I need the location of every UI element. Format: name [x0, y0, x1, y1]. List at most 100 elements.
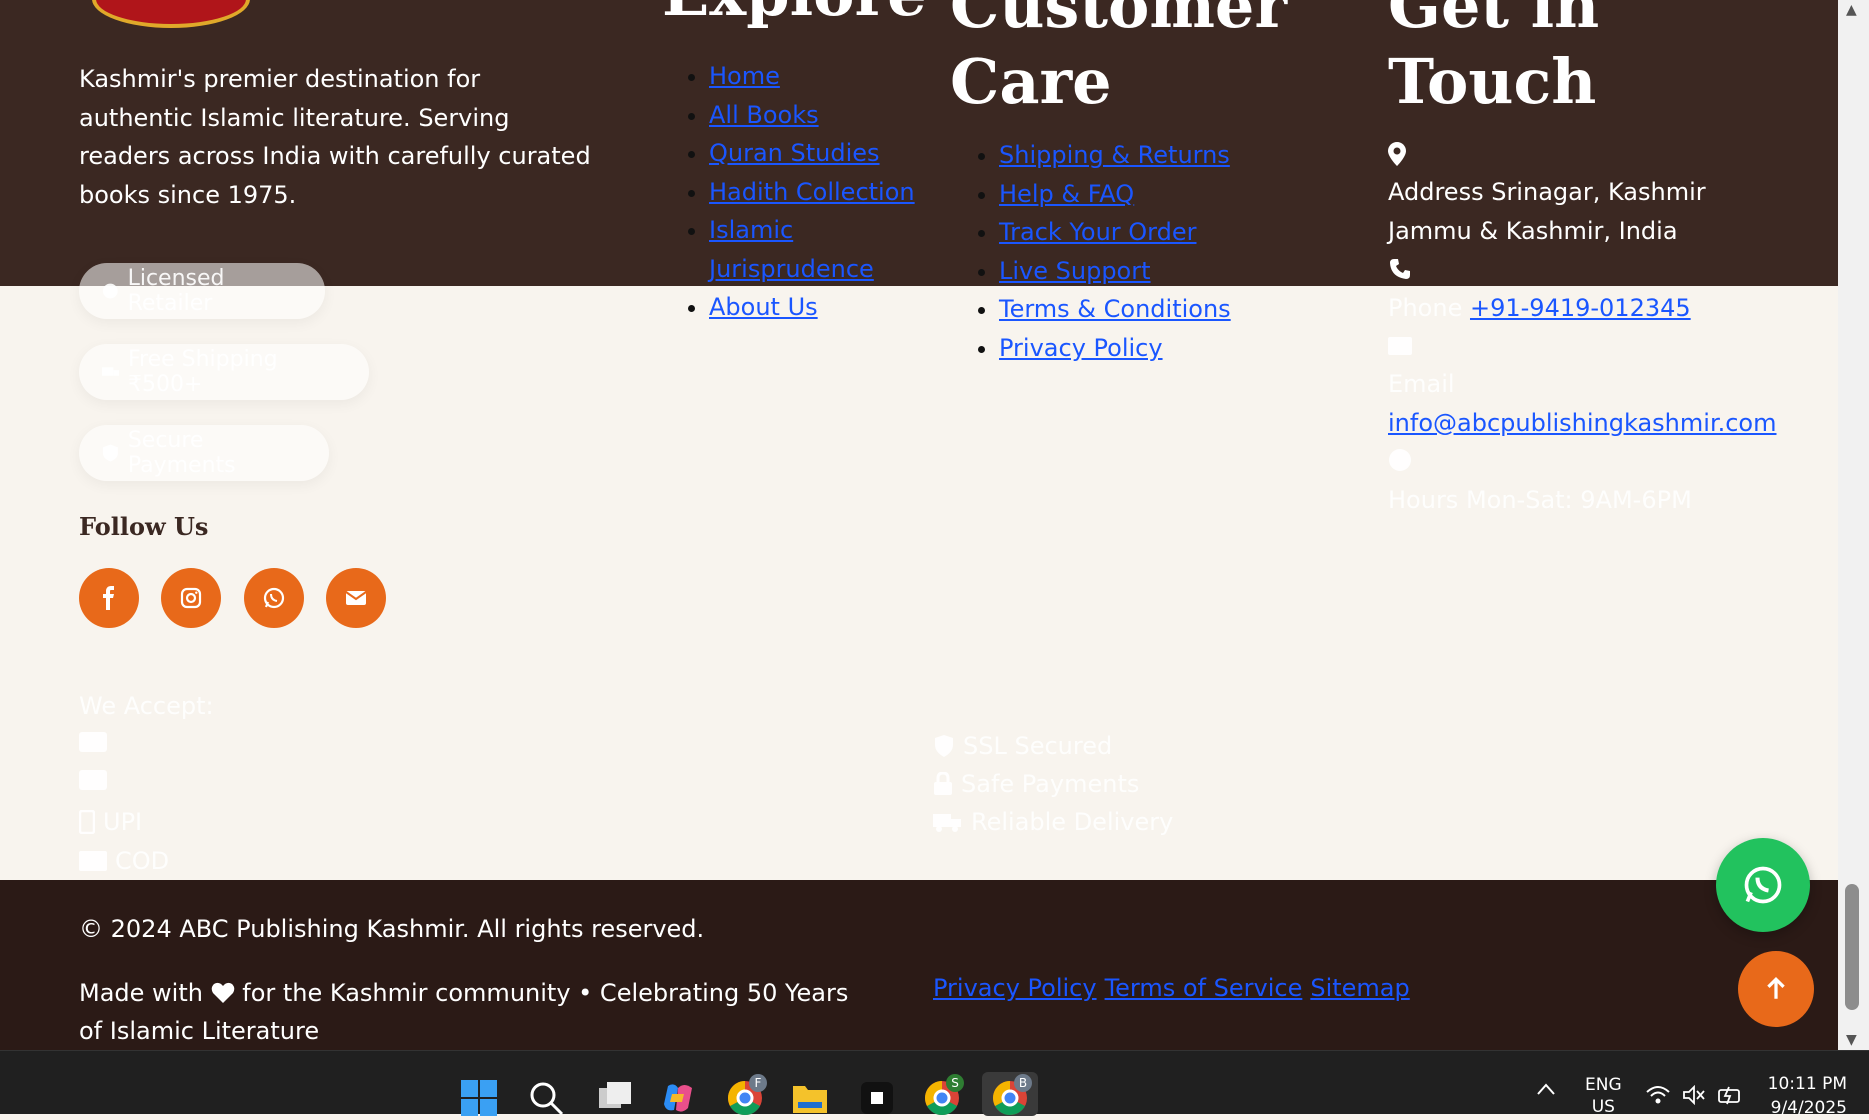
social-email-button[interactable]: [326, 568, 386, 628]
taskbar-search-button[interactable]: [528, 1080, 564, 1116]
task-view-icon: [599, 1082, 631, 1108]
certificate-icon: [102, 283, 118, 299]
chrome-profile-b-button[interactable]: B: [982, 1072, 1038, 1116]
volume-button[interactable]: [1682, 1084, 1706, 1110]
whatsapp-icon: [263, 587, 285, 609]
envelope-icon: [1388, 337, 1412, 355]
customer-care-links: Shipping & Returns Help & FAQ Track Your…: [975, 136, 1299, 367]
link-all-books[interactable]: All Books: [709, 101, 819, 129]
cash-icon: [79, 851, 107, 871]
list-item: About Us: [709, 288, 919, 327]
trust-label: Reliable Delivery: [971, 808, 1174, 836]
app-icon: [861, 1082, 893, 1114]
payment-label: COD: [115, 847, 170, 875]
link-about-us[interactable]: About Us: [709, 293, 818, 321]
email-link[interactable]: info@abcpublishingkashmir.com: [1388, 404, 1777, 443]
windows-start-button[interactable]: [461, 1080, 497, 1116]
payment-visa: [79, 732, 115, 752]
truck-icon: [933, 814, 961, 832]
folder-icon: [793, 1086, 827, 1113]
scroll-down-arrow[interactable]: ▼: [1846, 1032, 1857, 1048]
phone-label: Phone: [1388, 294, 1463, 322]
envelope-icon: [345, 591, 367, 605]
file-explorer-button[interactable]: [792, 1080, 828, 1116]
badge-label: Secure Payments: [127, 428, 236, 478]
chrome-profile-f-button[interactable]: F: [727, 1074, 767, 1116]
wifi-icon: [1646, 1086, 1670, 1104]
contact-address: Address Srinagar, Kashmir Jammu & Kashmi…: [1388, 178, 1706, 245]
get-in-touch-heading: Get in Touch: [1388, 0, 1600, 118]
scrollbar-thumb[interactable]: [1845, 884, 1859, 1010]
payment-upi: UPI: [79, 808, 142, 836]
back-to-top-button[interactable]: [1738, 951, 1814, 1027]
link-home[interactable]: Home: [709, 62, 780, 90]
battery-button[interactable]: [1718, 1085, 1744, 1110]
phone-icon: [1390, 259, 1410, 279]
link-quran-studies[interactable]: Quran Studies: [709, 139, 880, 167]
shield-icon: [935, 735, 953, 757]
email-label: Email: [1388, 370, 1455, 398]
app-button[interactable]: [859, 1080, 895, 1116]
payment-label: UPI: [103, 808, 143, 836]
facebook-icon: [103, 586, 114, 610]
shield-icon: [102, 444, 118, 462]
clock-icon: [1389, 449, 1411, 471]
social-whatsapp-button[interactable]: [244, 568, 304, 628]
contact-phone: Phone +91-9419-012345: [1388, 289, 1691, 328]
bottom-link-sitemap[interactable]: Sitemap: [1310, 974, 1409, 1002]
instagram-icon: [180, 587, 202, 609]
link-track-order[interactable]: Track Your Order: [999, 218, 1197, 246]
follow-us-title: Follow Us: [79, 512, 209, 541]
link-live-support[interactable]: Live Support: [999, 257, 1151, 285]
badge-label: Licensed Retailer: [127, 266, 225, 316]
link-privacy-policy[interactable]: Privacy Policy: [999, 334, 1163, 362]
link-help-faq[interactable]: Help & FAQ: [999, 180, 1134, 208]
whatsapp-float-button[interactable]: [1716, 838, 1810, 932]
social-instagram-button[interactable]: [161, 568, 221, 628]
windows-icon: [461, 1080, 497, 1116]
tray-overflow-button[interactable]: [1536, 1080, 1556, 1101]
scrollbar[interactable]: ▲ ▼: [1838, 0, 1869, 1050]
copilot-icon: [664, 1084, 692, 1112]
list-item: Quran Studies: [709, 134, 919, 173]
list-item: Privacy Policy: [999, 329, 1299, 368]
whatsapp-icon: [1744, 866, 1782, 904]
search-icon: [530, 1082, 564, 1116]
link-terms-conditions[interactable]: Terms & Conditions: [999, 295, 1231, 323]
list-item: Live Support: [999, 252, 1299, 291]
about-description: Kashmir's premier destination for authen…: [79, 65, 591, 209]
wifi-button[interactable]: [1646, 1085, 1670, 1110]
language-indicator[interactable]: ENG US: [1585, 1074, 1622, 1118]
payment-cod: COD: [79, 847, 169, 875]
social-facebook-button[interactable]: [79, 568, 139, 628]
map-marker-icon: [1388, 142, 1406, 166]
made-with-text: Made with for the Kashmir community • Ce…: [79, 974, 879, 1050]
trust-ssl: SSL Secured: [933, 732, 1112, 760]
badge-label: Free Shipping ₹500+: [127, 347, 278, 397]
badge-licensed-retailer: Licensed Retailer: [79, 263, 325, 319]
task-view-button[interactable]: [597, 1080, 633, 1116]
chrome-profile-s-button[interactable]: S: [924, 1074, 964, 1116]
scroll-up-arrow[interactable]: ▲: [1846, 2, 1857, 18]
phone-link[interactable]: +91-9419-012345: [1470, 294, 1691, 322]
customer-care-heading: Customer Care: [950, 0, 1288, 118]
explore-links: Home All Books Quran Studies Hadith Coll…: [685, 57, 919, 327]
copilot-button[interactable]: [660, 1080, 696, 1116]
bottom-link-privacy[interactable]: Privacy Policy: [933, 974, 1097, 1002]
made-with-prefix: Made with: [79, 979, 203, 1007]
trust-label: Safe Payments: [961, 770, 1140, 798]
link-hadith-collection[interactable]: Hadith Collection: [709, 178, 915, 206]
link-islamic-jurisprudence[interactable]: Islamic Jurisprudence: [709, 216, 874, 283]
badge-free-shipping: Free Shipping ₹500+: [79, 344, 369, 400]
profile-badge: F: [749, 1074, 767, 1092]
list-item: All Books: [709, 96, 919, 135]
bottom-link-terms[interactable]: Terms of Service: [1105, 974, 1303, 1002]
link-shipping-returns[interactable]: Shipping & Returns: [999, 141, 1230, 169]
credit-card-icon: [79, 770, 107, 790]
trust-label: SSL Secured: [963, 732, 1113, 760]
region-code: US: [1591, 1097, 1615, 1117]
trust-safe-payments: Safe Payments: [933, 770, 1139, 798]
credit-card-icon: [79, 732, 107, 752]
mobile-icon: [79, 810, 95, 834]
clock-date: 9/4/2025: [1770, 1098, 1847, 1118]
